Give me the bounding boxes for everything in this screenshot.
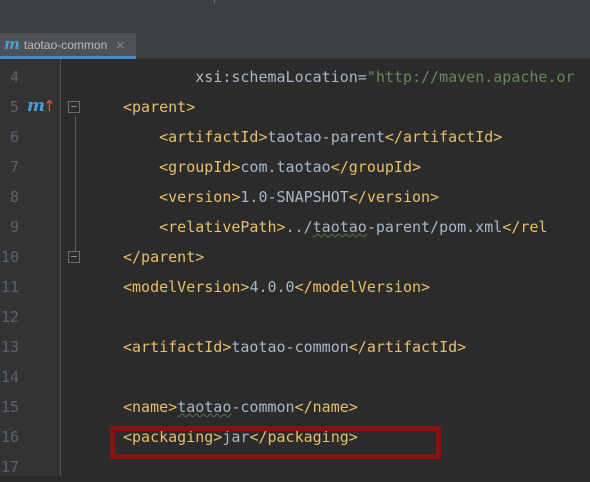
code-token: <version>: [159, 188, 241, 206]
editor-tab-bar: m taotao-common ×: [0, 33, 590, 59]
code-token: "http://maven.apache.or: [366, 68, 575, 86]
maven-icon: m: [4, 35, 20, 53]
code-token: ../: [285, 218, 313, 236]
code-token: </rel: [502, 218, 548, 236]
fold-toggle-icon[interactable]: [68, 251, 80, 263]
code-text: <version>1.0-SNAPSHOT</version>: [123, 182, 439, 212]
code-token: 4.0.0: [249, 278, 295, 296]
toolbar-separator: [214, 0, 215, 3]
code-token: -common: [231, 398, 295, 416]
code-text: </parent>: [123, 242, 204, 272]
line-number: 13: [0, 338, 19, 356]
code-token: </groupId>: [330, 158, 422, 176]
code-line[interactable]: 5 m ↑ <parent>: [0, 92, 590, 122]
line-number: 8: [9, 188, 19, 206]
code-text: <artifactId>taotao-common</artifactId>: [123, 332, 466, 362]
code-text: xsi:schemaLocation="http://maven.apache.…: [123, 62, 575, 92]
code-token: <artifactId>: [159, 128, 268, 146]
line-number: 7: [9, 158, 19, 176]
tab-taotao-common[interactable]: m taotao-common ×: [0, 33, 136, 59]
code-token: <relativePath>: [159, 218, 286, 236]
code-editor[interactable]: 4 xsi:schemaLocation="http://maven.apach…: [0, 59, 590, 476]
code-token: taotao-parent: [267, 128, 385, 146]
code-token: </artifactId>: [348, 338, 467, 356]
code-token: </parent>: [123, 248, 205, 266]
fold-toggle-icon[interactable]: [68, 101, 80, 113]
line-number: 15: [0, 398, 19, 416]
code-text: <groupId>com.taotao</groupId>: [123, 152, 421, 182]
code-token: <groupId>: [159, 158, 241, 176]
code-token: </artifactId>: [384, 128, 503, 146]
line-number: 6: [9, 128, 19, 146]
navigate-up-arrow-icon[interactable]: ↑: [43, 96, 56, 116]
code-line[interactable]: 4 xsi:schemaLocation="http://maven.apach…: [0, 62, 590, 92]
code-token: <name>: [123, 398, 178, 416]
code-token: <artifactId>: [123, 338, 232, 356]
code-line[interactable]: 7 <groupId>com.taotao</groupId>: [0, 152, 590, 182]
code-line[interactable]: 14: [0, 362, 590, 392]
code-token: taotao: [177, 398, 232, 416]
code-token: com.taotao: [240, 158, 331, 176]
code-token: taotao-common: [231, 338, 349, 356]
code-text: <relativePath>../taotao-parent/pom.xml</…: [123, 212, 547, 242]
line-number: 4: [9, 68, 19, 86]
code-line[interactable]: 13 <artifactId>taotao-common</artifactId>: [0, 332, 590, 362]
code-text: <parent>: [123, 92, 195, 122]
code-text: <name>taotao-common</name>: [123, 392, 358, 422]
code-token: :schemaLocation=: [222, 68, 367, 86]
code-line[interactable]: 8 <version>1.0-SNAPSHOT</version>: [0, 182, 590, 212]
line-number: 10: [0, 248, 19, 266]
code-token: taotao: [312, 218, 367, 236]
line-number: 5: [9, 98, 19, 116]
code-token: <modelVersion>: [123, 278, 250, 296]
code-token: </version>: [348, 188, 440, 206]
tab-label: taotao-common: [23, 37, 108, 52]
line-number: 9: [9, 218, 19, 236]
close-tab-icon[interactable]: ×: [115, 38, 125, 52]
code-token: xsi: [123, 68, 223, 86]
line-number: 11: [0, 278, 19, 296]
code-line[interactable]: 11 <modelVersion>4.0.0</modelVersion>: [0, 272, 590, 302]
code-line[interactable]: 9 <relativePath>../taotao-parent/pom.xml…: [0, 212, 590, 242]
line-number: 12: [0, 308, 19, 326]
code-text: <modelVersion>4.0.0</modelVersion>: [123, 272, 430, 302]
line-number: 16: [0, 428, 19, 446]
code-line[interactable]: 12: [0, 302, 590, 332]
code-token: </modelVersion>: [294, 278, 431, 296]
line-number: 14: [0, 368, 19, 386]
code-token: </name>: [294, 398, 358, 416]
code-token: <parent>: [123, 98, 196, 116]
code-text: <artifactId>taotao-parent</artifactId>: [123, 122, 502, 152]
window-top-strip: [0, 0, 590, 33]
line-number: 17: [0, 458, 19, 476]
code-line[interactable]: 15 <name>taotao-common</name>: [0, 392, 590, 422]
code-line[interactable]: 6 <artifactId>taotao-parent</artifactId>: [0, 122, 590, 152]
code-token: 1.0-SNAPSHOT: [240, 188, 349, 206]
highlight-box: [110, 426, 441, 459]
code-line[interactable]: 10 </parent>: [0, 242, 590, 272]
code-token: -parent/pom.xml: [366, 218, 503, 236]
